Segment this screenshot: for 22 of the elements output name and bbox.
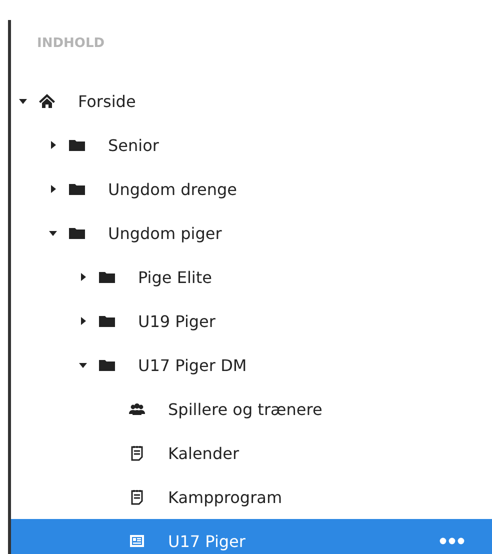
tree-item[interactable]: U17 Piger	[11, 519, 492, 554]
home-icon	[38, 92, 56, 110]
tree-item[interactable]: Senior	[11, 123, 492, 167]
tree-item[interactable]: Pige Elite	[11, 255, 492, 299]
caret-icon[interactable]	[48, 228, 58, 238]
tree-item[interactable]: U19 Piger	[11, 299, 492, 343]
tree-item[interactable]: U17 Piger DM	[11, 343, 492, 387]
page-icon	[128, 532, 146, 550]
caret-icon[interactable]	[78, 272, 88, 282]
more-icon[interactable]	[439, 537, 465, 545]
caret-icon[interactable]	[78, 360, 88, 370]
tree-item[interactable]: Ungdom piger	[11, 211, 492, 255]
tree-item[interactable]: Spillere og trænere	[11, 387, 492, 431]
section-heading: INDHOLD	[37, 35, 105, 53]
tree-item[interactable]: Ungdom drenge	[11, 167, 492, 211]
caret-icon[interactable]	[48, 140, 58, 150]
tree-item[interactable]: Kalender	[11, 431, 492, 475]
tree-item[interactable]: Kampprogram	[11, 475, 492, 519]
caret-icon[interactable]	[18, 96, 28, 106]
caret-icon[interactable]	[78, 316, 88, 326]
caret-icon[interactable]	[48, 184, 58, 194]
tree-item[interactable]: Forside	[11, 79, 492, 123]
